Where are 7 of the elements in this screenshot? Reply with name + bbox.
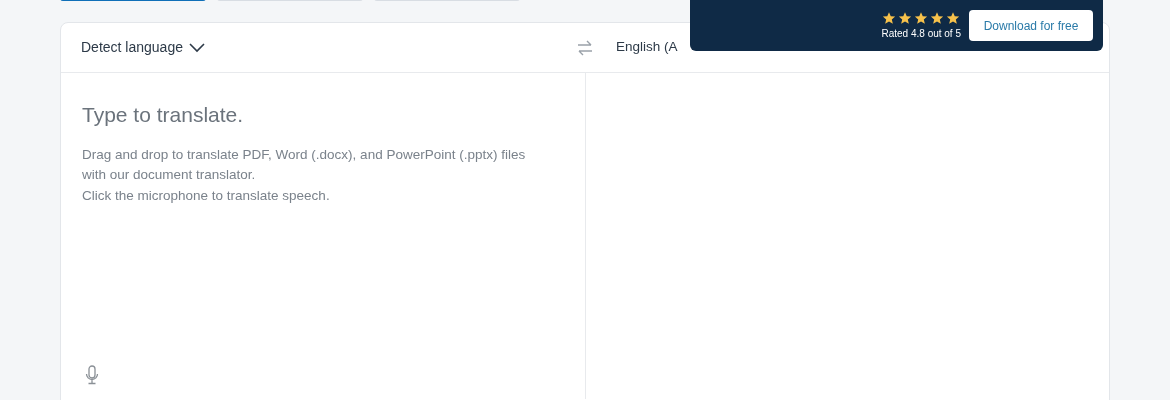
hint-text: Click the microphone to translate speech. [82,186,331,205]
source-text-field[interactable]: Type to translate. [82,99,562,131]
rating-text: Rated 4.8 out of 5 [881,26,961,41]
hint-text: Drag and drop to translate PDF, Word (.docx), and PowerPoint (.pptx) files with our document translator. [82,145,527,184]
source-language-dropdown[interactable]: Detect language [81,37,205,58]
target-language-dropdown[interactable]: English (A [616,37,678,58]
download-button[interactable]: Download for free [969,10,1093,41]
